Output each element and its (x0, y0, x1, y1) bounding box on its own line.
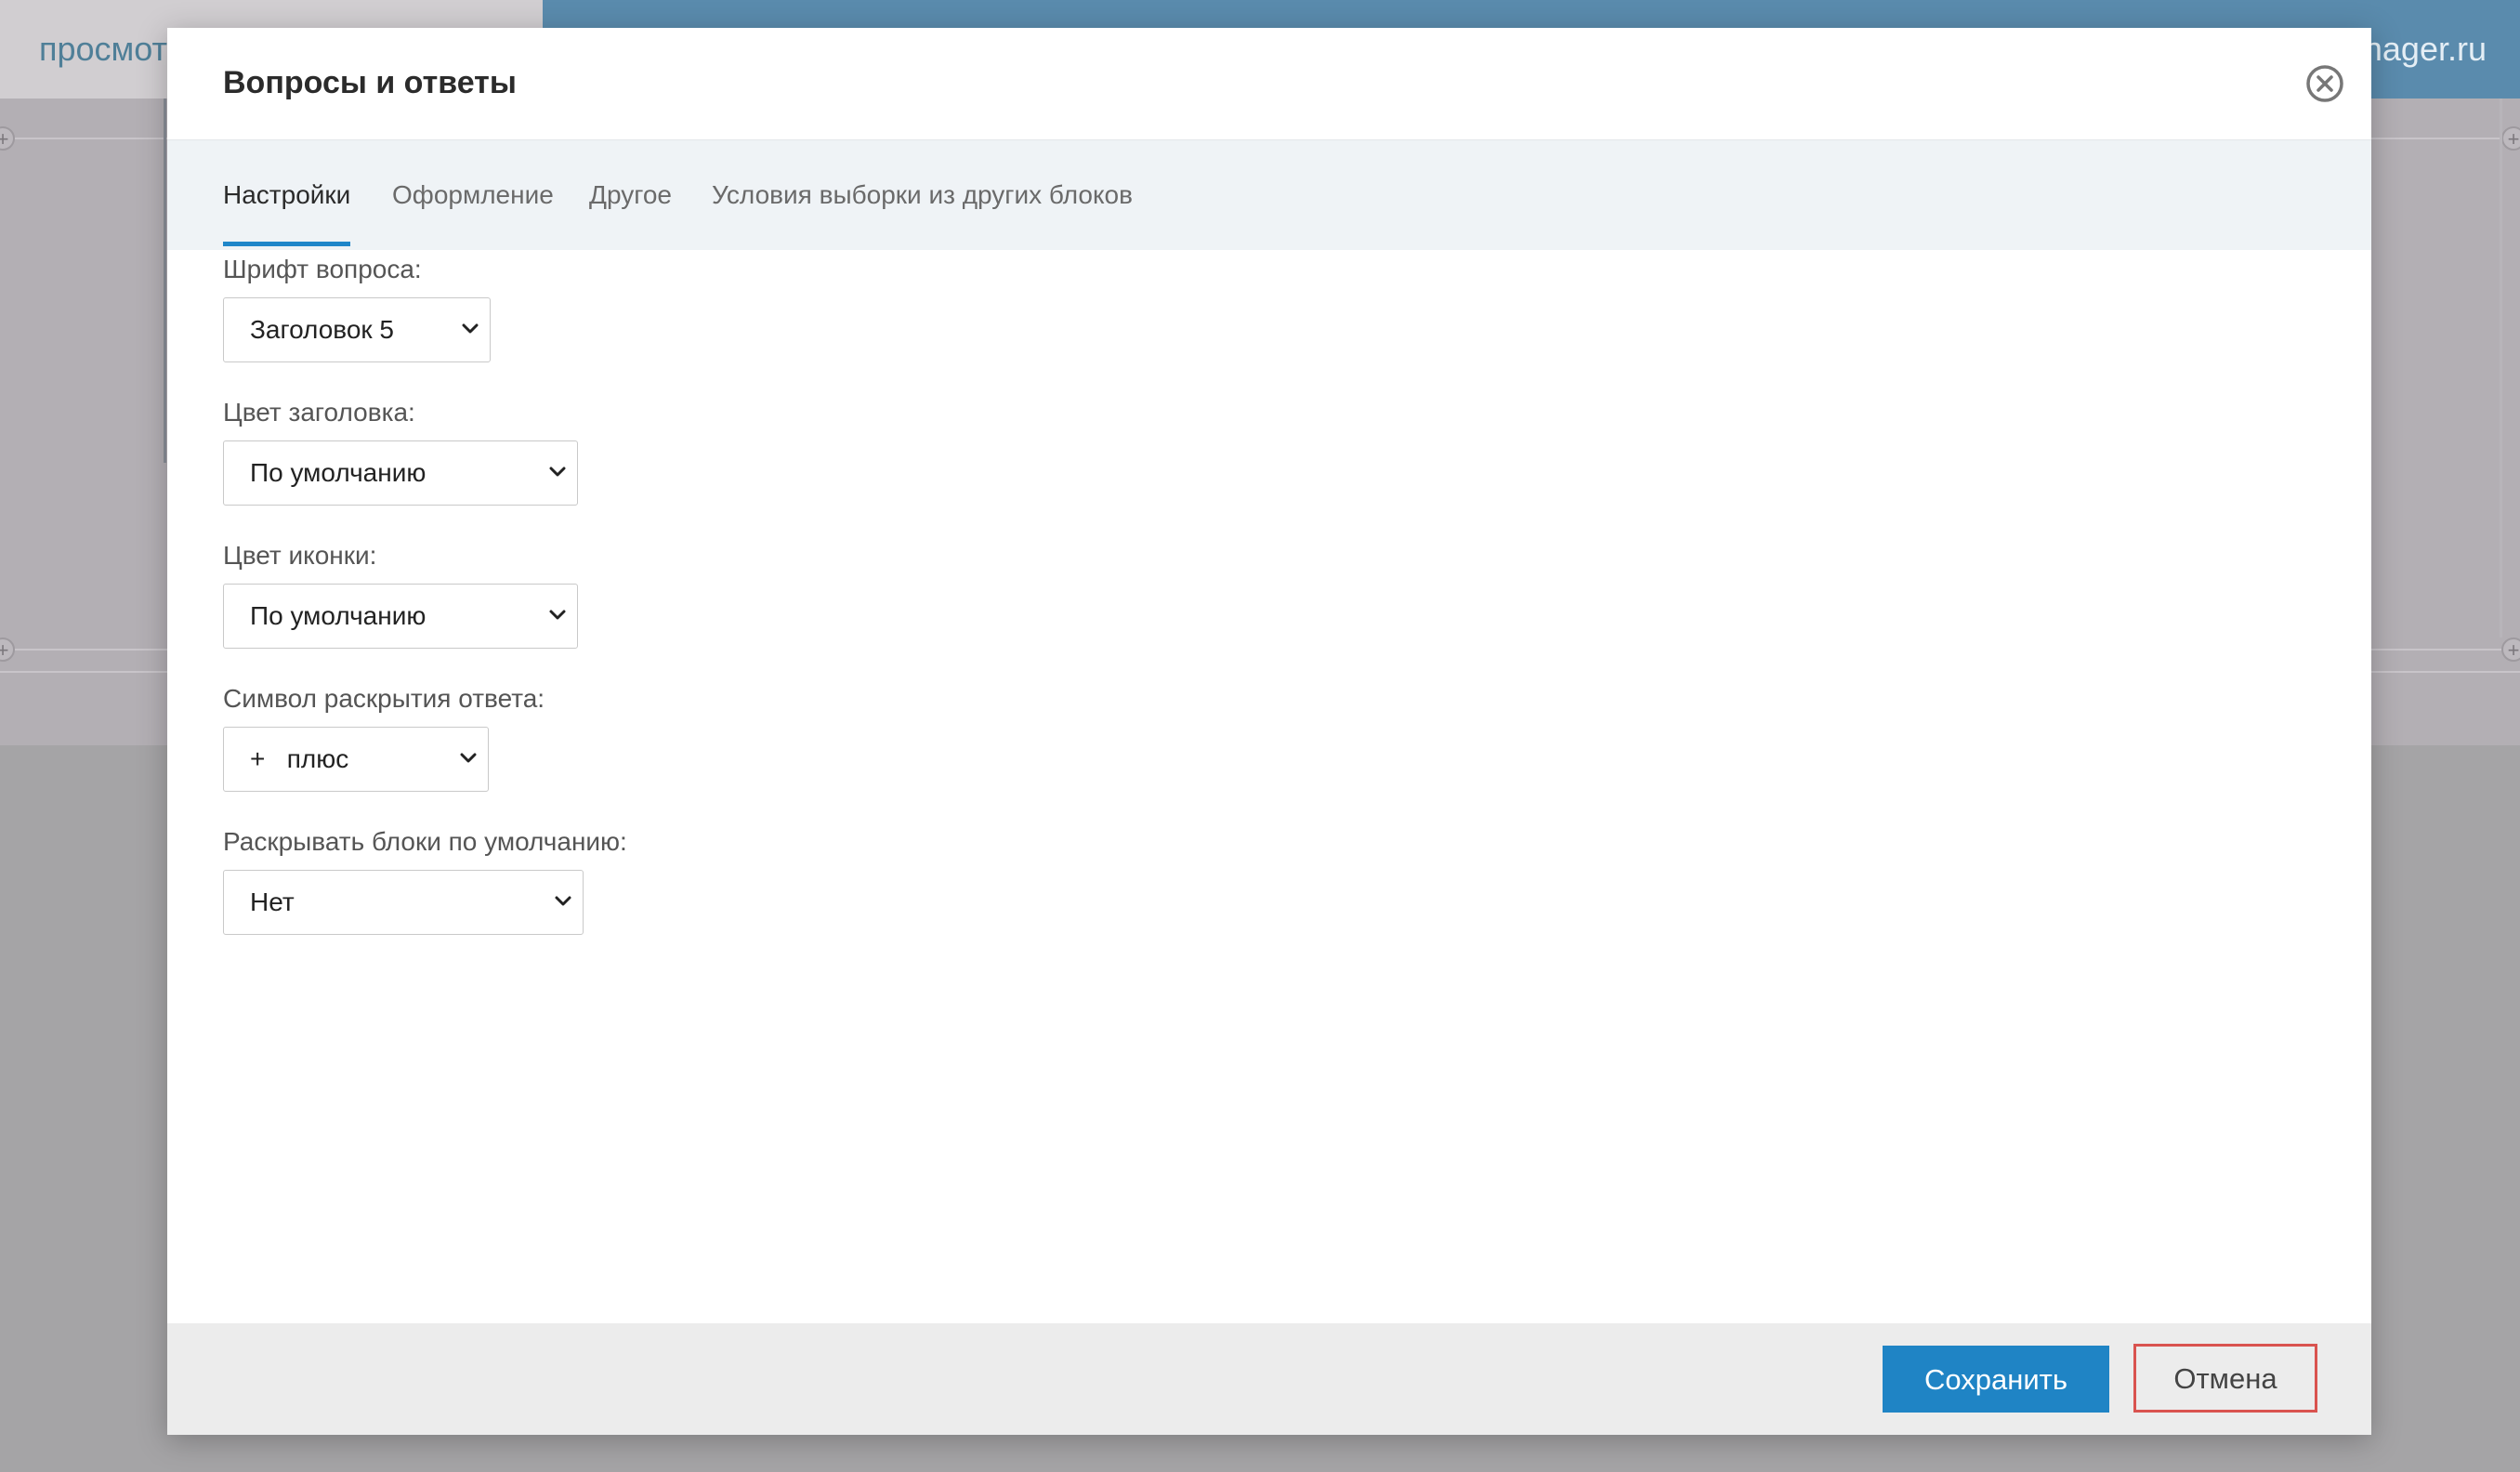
tab-other[interactable]: Другое (589, 140, 672, 250)
icon-color-value: По умолчанию (250, 601, 427, 630)
chevron-down-icon (549, 610, 566, 620)
question-font-label: Шрифт вопроса: (223, 255, 422, 283)
question-font-value: Заголовок 5 (250, 315, 394, 344)
save-button[interactable]: Сохранить (1883, 1346, 2109, 1413)
background-topbar-right-text: nager.ru (2363, 30, 2487, 68)
modal-footer: Сохранить Отмена (167, 1323, 2371, 1435)
modal-header: Вопросы и ответы (167, 28, 2371, 139)
title-color-label: Цвет заголовка: (223, 398, 415, 427)
background-topbar-left-text: просмот (39, 30, 168, 68)
close-button[interactable] (2304, 63, 2345, 104)
tabs-bar: Настройки Оформление Другое Условия выбо… (167, 139, 2371, 250)
background-divider (2500, 99, 2502, 637)
question-font-select[interactable]: Заголовок 5 (223, 297, 491, 362)
modal-title: Вопросы и ответы (223, 65, 517, 100)
cancel-button[interactable]: Отмена (2133, 1344, 2317, 1413)
chevron-down-icon (462, 323, 479, 334)
page: просмот nager.ru + + + + Вопросы и ответ… (0, 0, 2520, 1472)
chevron-down-icon (555, 896, 571, 906)
chevron-down-icon (460, 753, 477, 763)
icon-color-label: Цвет иконки: (223, 541, 377, 570)
expand-symbol-select[interactable]: + плюс (223, 727, 489, 792)
tab-selection-conditions[interactable]: Условия выборки из других блоков (712, 140, 1133, 250)
background-add-block-icon: + (2501, 126, 2520, 151)
title-color-value: По умолчанию (250, 458, 427, 487)
expand-default-select[interactable]: Нет (223, 870, 584, 935)
background-add-block-icon: + (2501, 637, 2520, 662)
expand-symbol-label: Символ раскрытия ответа: (223, 684, 545, 713)
title-color-select[interactable]: По умолчанию (223, 440, 578, 506)
expand-symbol-value: + плюс (250, 744, 349, 773)
background-divider (164, 99, 166, 463)
settings-modal: Вопросы и ответы Настройки Оформление Др… (167, 28, 2371, 1435)
expand-default-value: Нет (250, 887, 295, 916)
tab-settings[interactable]: Настройки (223, 140, 351, 250)
expand-default-label: Раскрывать блоки по умолчанию: (223, 827, 627, 856)
close-circle-icon (2306, 65, 2343, 102)
chevron-down-icon (549, 467, 566, 477)
tab-appearance[interactable]: Оформление (392, 140, 554, 250)
icon-color-select[interactable]: По умолчанию (223, 584, 578, 649)
